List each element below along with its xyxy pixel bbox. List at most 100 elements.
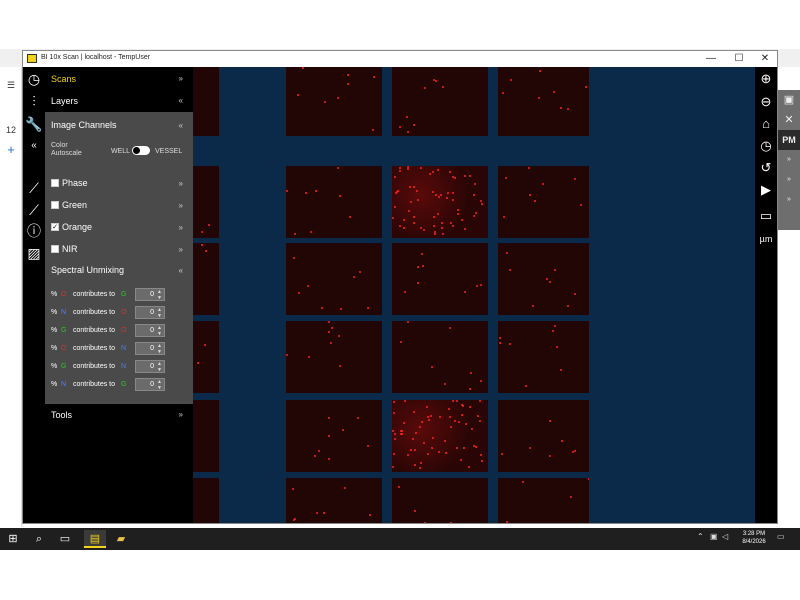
unmix-value-stepper[interactable]: 0 ▲ ▼	[135, 288, 165, 301]
well-tile[interactable]	[193, 166, 219, 238]
fluorescent-spot	[570, 496, 572, 498]
scale-bar-icon[interactable]: µm	[757, 230, 775, 248]
minimize-button[interactable]: —	[699, 52, 723, 66]
spectral-unmixing-header[interactable]: Spectral Unmixing «	[45, 260, 193, 280]
well-tile[interactable]	[392, 67, 488, 136]
menu-icon[interactable]: ☰	[0, 77, 22, 93]
well-tile[interactable]	[286, 243, 382, 315]
fluorescent-spot	[542, 183, 544, 185]
unmix-value-stepper[interactable]: 0 ▲ ▼	[135, 378, 165, 391]
app-taskbar-icon[interactable]: ▤	[84, 530, 106, 548]
task-view-icon[interactable]: ▭	[54, 530, 76, 548]
chevron-down-icon[interactable]: »	[778, 170, 800, 190]
channel-row-green[interactable]: Green »	[45, 195, 193, 215]
unmix-value-stepper[interactable]: 0 ▲ ▼	[135, 342, 165, 355]
save-icon[interactable]: ▣	[778, 90, 800, 110]
file-explorer-icon[interactable]: ▰	[110, 530, 132, 548]
well-tile[interactable]	[193, 321, 219, 393]
sliders-icon[interactable]: ⫶	[25, 92, 43, 110]
search-icon[interactable]: ⌕	[28, 530, 50, 548]
green-checkbox[interactable]	[51, 201, 59, 209]
channel-row-nir[interactable]: NIR »	[45, 239, 193, 259]
well-tile[interactable]	[193, 400, 219, 472]
well-tile[interactable]	[286, 400, 382, 472]
stepper-arrows-icon[interactable]: ▲ ▼	[157, 307, 162, 319]
zoom-out-icon[interactable]: ⊖	[757, 93, 775, 111]
close-x-icon[interactable]: ✕	[778, 110, 800, 130]
well-plate-viewer[interactable]	[193, 67, 589, 523]
well-tile[interactable]	[498, 478, 589, 523]
well-tile[interactable]	[498, 400, 589, 472]
fluorescent-spot	[441, 227, 443, 229]
chevron-down-icon[interactable]: »	[778, 190, 800, 210]
unmix-value-stepper[interactable]: 0 ▲ ▼	[135, 324, 165, 337]
close-button[interactable]: ✕	[753, 52, 777, 66]
collapse-icon[interactable]: «	[25, 137, 43, 155]
well-tile[interactable]	[392, 166, 488, 238]
chevron-down-icon[interactable]: »	[778, 150, 800, 170]
fluorescent-spot	[404, 291, 406, 293]
maximize-button[interactable]: ☐	[727, 52, 751, 66]
channel-row-orange[interactable]: ✓ Orange »	[45, 217, 193, 237]
unmix-value-stepper[interactable]: 0 ▲ ▼	[135, 360, 165, 373]
home-icon[interactable]: ⌂	[757, 115, 775, 133]
graph-edit-icon[interactable]: ⟋	[25, 201, 43, 219]
well-tile[interactable]	[392, 478, 488, 523]
add-icon[interactable]: +	[0, 142, 22, 158]
channel-row-phase[interactable]: Phase »	[45, 173, 193, 193]
orange-checkbox[interactable]: ✓	[51, 223, 59, 231]
network-icon[interactable]: ▣	[710, 532, 718, 541]
well-tile[interactable]	[193, 243, 219, 315]
well-tile[interactable]	[286, 166, 382, 238]
well-tile[interactable]	[498, 67, 589, 136]
clock-icon[interactable]: ◷	[25, 70, 43, 88]
window-title: BI 10x Scan | localhost - TempUser	[41, 54, 151, 61]
well-tile[interactable]	[392, 321, 488, 393]
graph-settings-icon[interactable]: ⟋	[25, 179, 43, 197]
well-tile[interactable]	[392, 400, 488, 472]
fluorescent-spot	[554, 269, 556, 271]
play-icon[interactable]: ▶	[757, 181, 775, 199]
nir-checkbox[interactable]	[51, 245, 59, 253]
tools-section-header[interactable]: Tools »	[45, 404, 193, 426]
wrench-icon[interactable]: 🔧	[25, 115, 43, 133]
well-tile[interactable]	[498, 243, 589, 315]
volume-icon[interactable]: ◁	[722, 532, 728, 541]
phase-checkbox[interactable]	[51, 179, 59, 187]
layers-section-header[interactable]: Layers «	[45, 90, 193, 112]
fluorescent-spot	[509, 269, 511, 271]
notifications-icon[interactable]: ▭	[777, 532, 785, 541]
well-tile[interactable]	[392, 243, 488, 315]
fluorescent-spot	[427, 416, 429, 418]
image-icon[interactable]: ▨	[25, 244, 43, 262]
well-tile[interactable]	[286, 478, 382, 523]
image-channels-panel: Image Channels « Color Autoscale WELL VE…	[45, 112, 193, 404]
history-icon[interactable]: ↺	[757, 159, 775, 177]
stepper-arrows-icon[interactable]: ▲ ▼	[157, 361, 162, 373]
image-channels-header[interactable]: Image Channels «	[45, 115, 193, 135]
fluorescent-spot	[528, 167, 530, 169]
well-tile[interactable]	[193, 67, 219, 136]
stepper-arrows-icon[interactable]: ▲ ▼	[157, 343, 162, 355]
autoscale-toggle[interactable]	[132, 146, 150, 155]
well-tile[interactable]	[286, 67, 382, 136]
taskbar-clock[interactable]: 3:28 PM 8/4/2026	[735, 530, 773, 546]
well-tile[interactable]	[498, 166, 589, 238]
start-icon[interactable]: ⊞	[2, 530, 24, 548]
well-tile[interactable]	[193, 478, 219, 523]
stepper-arrows-icon[interactable]: ▲ ▼	[157, 289, 162, 301]
fluorescent-spot	[393, 401, 395, 403]
stepper-arrows-icon[interactable]: ▲ ▼	[157, 325, 162, 337]
info-icon[interactable]: ⓘ	[25, 222, 43, 240]
well-tile[interactable]	[286, 321, 382, 393]
scans-section-header[interactable]: Scans »	[45, 68, 193, 90]
ruler-icon[interactable]: ▭	[757, 207, 775, 225]
tray-chevron-icon[interactable]: ⌃	[697, 532, 704, 541]
unmix-value-stepper[interactable]: 0 ▲ ▼	[135, 306, 165, 319]
clock-icon[interactable]: ◷	[757, 137, 775, 155]
fluorescent-spot	[560, 107, 562, 109]
fluorescent-spot	[506, 252, 508, 254]
zoom-in-icon[interactable]: ⊕	[757, 70, 775, 88]
well-tile[interactable]	[498, 321, 589, 393]
stepper-arrows-icon[interactable]: ▲ ▼	[157, 379, 162, 391]
